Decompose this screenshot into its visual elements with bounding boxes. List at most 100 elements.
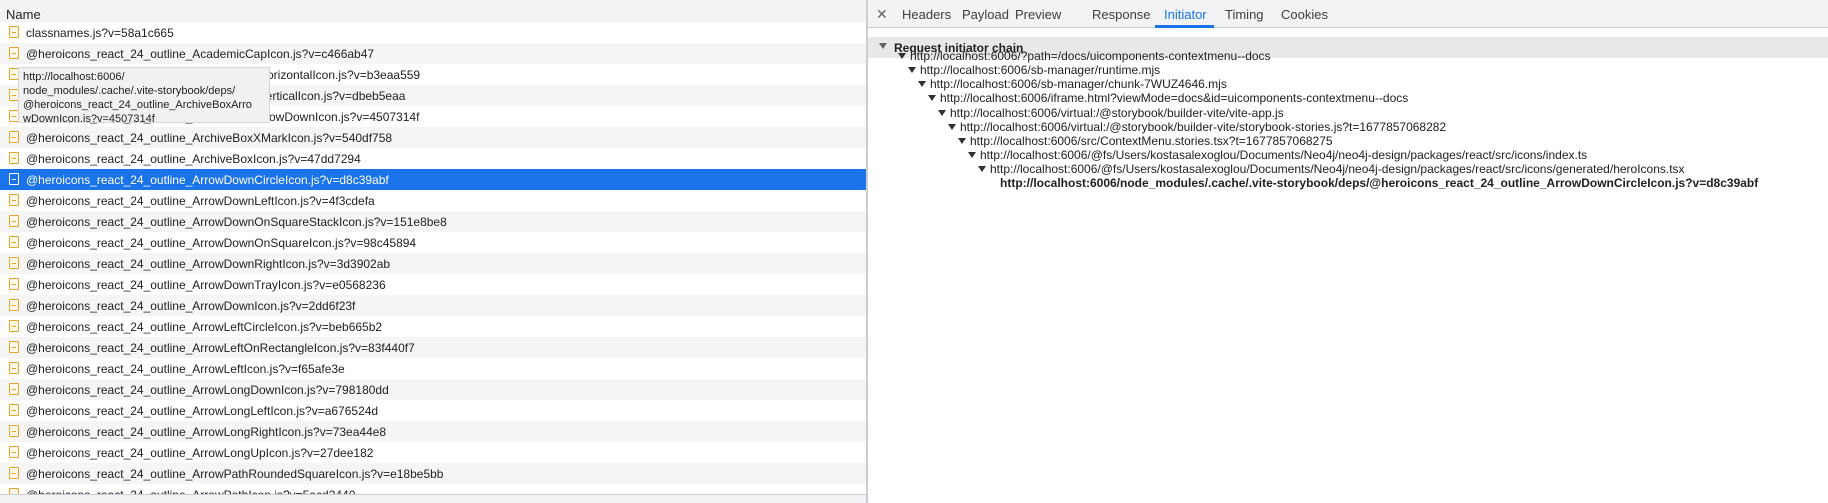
active-tab-indicator (1155, 25, 1214, 28)
script-file-icon (9, 341, 19, 353)
request-row[interactable]: @heroicons_react_24_outline_ArrowLongUpI… (0, 442, 866, 463)
request-name: @heroicons_react_24_outline_ArrowLongDow… (26, 383, 389, 397)
tab-response[interactable]: Response (1092, 7, 1151, 22)
request-name: @heroicons_react_24_outline_ArrowLeftIco… (26, 362, 345, 376)
script-file-icon (9, 194, 19, 206)
chain-item[interactable]: http://localhost:6006/virtual:/@storyboo… (948, 120, 1446, 135)
expand-triangle-icon[interactable] (928, 95, 936, 102)
tab-headers[interactable]: Headers (902, 7, 951, 22)
request-details-panel: ✕ Headers Payload Preview Response Initi… (868, 0, 1828, 503)
script-file-icon (9, 236, 19, 248)
chain-item-url: http://localhost:6006/node_modules/.cach… (1000, 176, 1759, 191)
request-row[interactable]: @heroicons_react_24_outline_ArrowDownCir… (0, 169, 866, 190)
close-icon[interactable]: ✕ (876, 6, 888, 23)
request-name: classnames.js?v=58a1c665 (26, 26, 174, 40)
collapse-triangle-icon (879, 43, 887, 49)
script-file-icon (9, 26, 19, 38)
tab-preview[interactable]: Preview (1015, 7, 1061, 22)
name-column-label: Name (6, 7, 41, 22)
chain-item-url: http://localhost:6006/sb-manager/runtime… (920, 63, 1161, 78)
chain-item-url: http://localhost:6006/iframe.html?viewMo… (940, 91, 1409, 106)
request-name: @heroicons_react_24_outline_ArrowDownOnS… (26, 236, 417, 250)
script-file-icon (9, 383, 19, 395)
expand-triangle-icon[interactable] (958, 137, 966, 144)
chain-item-url: http://localhost:6006/sb-manager/chunk-7… (930, 77, 1227, 92)
request-name: @heroicons_react_24_outline_ArrowDownLef… (26, 194, 375, 208)
chain-item[interactable]: http://localhost:6006/sb-manager/runtime… (908, 63, 1160, 78)
request-row[interactable]: @heroicons_react_24_outline_ArchiveBoxIc… (0, 148, 866, 169)
request-row[interactable]: @heroicons_react_24_outline_ArrowDownLef… (0, 190, 866, 211)
expand-triangle-icon[interactable] (918, 81, 926, 88)
expand-triangle-icon[interactable] (898, 53, 906, 59)
chain-item-url: http://localhost:6006/virtual:/@storyboo… (960, 119, 1447, 134)
tab-payload[interactable]: Payload (962, 7, 1009, 22)
script-file-icon (9, 152, 19, 164)
request-row[interactable]: @heroicons_react_24_outline_ArrowLeftIco… (0, 358, 866, 379)
tab-cookies[interactable]: Cookies (1281, 7, 1328, 22)
expand-triangle-icon[interactable] (908, 67, 916, 74)
script-file-icon (9, 299, 19, 311)
request-name: @heroicons_react_24_outline_ArrowLeftCir… (26, 320, 383, 334)
script-file-icon (9, 278, 19, 290)
request-name: @heroicons_react_24_outline_ArrowDownRig… (26, 257, 391, 271)
request-row[interactable]: @heroicons_react_24_outline_ArrowLongLef… (0, 400, 866, 421)
chain-item-url: http://localhost:6006/@fs/Users/kostasal… (980, 148, 1588, 163)
request-row[interactable]: @heroicons_react_24_outline_ArrowDownIco… (0, 295, 866, 316)
chain-item-url: http://localhost:6006/@fs/Users/kostasal… (990, 162, 1685, 177)
request-row[interactable]: @heroicons_react_24_outline_ArrowLongRig… (0, 421, 866, 442)
script-file-icon (9, 131, 19, 143)
script-file-icon (9, 320, 19, 332)
request-name: @heroicons_react_24_outline_AcademicCapI… (26, 47, 375, 61)
chain-item-current[interactable]: http://localhost:6006/node_modules/.cach… (1000, 176, 1758, 191)
request-row[interactable]: @heroicons_react_24_outline_ArrowLeftCir… (0, 316, 866, 337)
chain-item[interactable]: http://localhost:6006/src/ContextMenu.st… (958, 134, 1333, 149)
chain-item[interactable]: http://localhost:6006/@fs/Users/kostasal… (968, 148, 1587, 163)
request-name: @heroicons_react_24_outline_ArrowLongRig… (26, 425, 387, 439)
request-row[interactable]: @heroicons_react_24_outline_AcademicCapI… (0, 43, 866, 64)
request-name: @heroicons_react_24_outline_ArrowDownTra… (26, 278, 386, 292)
request-name: @heroicons_react_24_outline_ArrowPathRou… (26, 467, 444, 481)
tab-timing[interactable]: Timing (1225, 7, 1264, 22)
expand-triangle-icon[interactable] (938, 109, 946, 116)
request-name: @heroicons_react_24_outline_ArrowLongUpI… (26, 446, 374, 460)
request-name: @heroicons_react_24_outline_ArrowDownCir… (26, 173, 389, 187)
request-row[interactable]: @heroicons_react_24_outline_ArrowDownOnS… (0, 232, 866, 253)
chain-item[interactable]: http://localhost:6006/?path=/docs/uicomp… (898, 49, 1271, 64)
url-tooltip: http://localhost:6006/ node_modules/.cac… (18, 67, 270, 123)
request-row[interactable]: @heroicons_react_24_outline_ArrowLongDow… (0, 379, 866, 400)
request-name: @heroicons_react_24_outline_ArrowLongLef… (26, 404, 379, 418)
chain-item[interactable]: http://localhost:6006/iframe.html?viewMo… (928, 91, 1408, 106)
script-file-icon (9, 173, 19, 185)
details-tabbar: ✕ Headers Payload Preview Response Initi… (868, 0, 1828, 28)
script-file-icon (9, 404, 19, 416)
status-bar (0, 494, 866, 503)
expand-triangle-icon[interactable] (968, 152, 976, 159)
script-file-icon (9, 215, 19, 227)
request-row[interactable]: @heroicons_react_24_outline_ArchiveBoxXM… (0, 127, 866, 148)
script-file-icon (9, 425, 19, 437)
chain-item-url: http://localhost:6006/src/ContextMenu.st… (970, 133, 1333, 148)
request-name: @heroicons_react_24_outline_ArrowLeftOnR… (26, 341, 415, 355)
script-file-icon (9, 257, 19, 269)
request-row[interactable]: @heroicons_react_24_outline_ArrowDownRig… (0, 253, 866, 274)
script-file-icon (9, 467, 19, 479)
tab-initiator[interactable]: Initiator (1164, 7, 1207, 22)
script-file-icon (9, 47, 19, 59)
chain-item-url: http://localhost:6006/?path=/docs/uicomp… (910, 49, 1271, 63)
request-row[interactable]: @heroicons_react_24_outline_ArrowLeftOnR… (0, 337, 866, 358)
chain-item[interactable]: http://localhost:6006/@fs/Users/kostasal… (978, 162, 1685, 177)
request-name: @heroicons_react_24_outline_ArchiveBoxXM… (26, 131, 393, 145)
request-name: @heroicons_react_24_outline_ArrowDownIco… (26, 299, 356, 313)
chain-item[interactable]: http://localhost:6006/sb-manager/chunk-7… (918, 77, 1227, 92)
request-row[interactable]: classnames.js?v=58a1c665 (0, 22, 866, 43)
script-file-icon (9, 362, 19, 374)
request-row[interactable]: @heroicons_react_24_outline_ArrowPathRou… (0, 463, 866, 484)
network-request-list-panel: Name classnames.js?v=58a1c665 @heroicons_… (0, 0, 866, 503)
request-row[interactable]: @heroicons_react_24_outline_ArrowDownTra… (0, 274, 866, 295)
chain-item-url: http://localhost:6006/virtual:/@storyboo… (950, 105, 1284, 120)
script-file-icon (9, 446, 19, 458)
request-row[interactable]: @heroicons_react_24_outline_ArrowDownOnS… (0, 211, 866, 232)
expand-triangle-icon[interactable] (948, 123, 956, 130)
expand-triangle-icon[interactable] (978, 166, 986, 173)
chain-item[interactable]: http://localhost:6006/virtual:/@storyboo… (938, 106, 1284, 121)
